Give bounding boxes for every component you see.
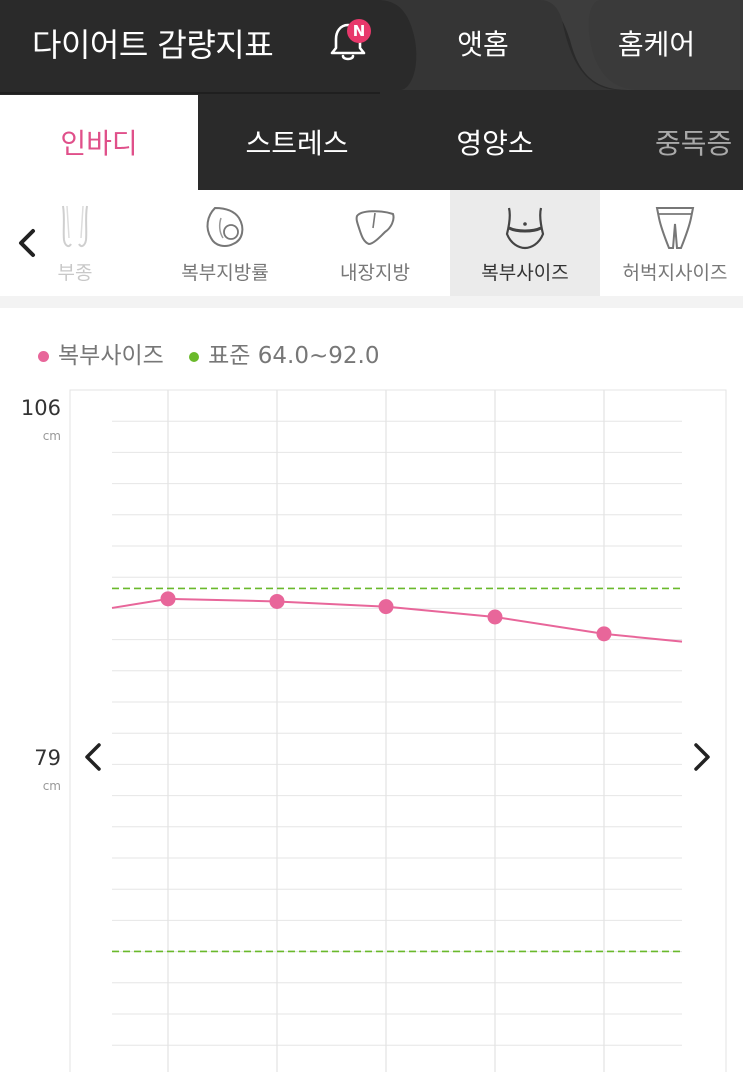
thigh-icon <box>655 207 695 249</box>
liver-icon <box>355 210 395 246</box>
tab-addiction[interactable]: 중독증 <box>594 95 743 190</box>
metric-selector: 부종 복부지방률 내장지방 복부사이즈 허벅지사이즈 <box>0 190 743 297</box>
app-title: 다이어트 감량지표 <box>32 26 274 64</box>
metric-label: 허벅지사이즈 <box>622 262 728 284</box>
legend-series-dot <box>38 351 49 362</box>
metric-label: 부종 <box>57 262 93 284</box>
legend-series-label: 복부사이즈 <box>58 343 164 369</box>
data-point <box>269 593 285 609</box>
metric-edema[interactable]: 부종 <box>30 190 120 296</box>
belly-fat-icon <box>206 206 244 247</box>
tab-inbody[interactable]: 인바디 <box>0 95 198 190</box>
metric-abdominal-fat[interactable]: 복부지방률 <box>150 190 300 296</box>
y-tick-label: 79 <box>34 746 61 770</box>
tab-homecare[interactable]: 홈케어 <box>570 0 743 90</box>
app-header: 다이어트 감량지표 N 앳홈 홈케어 <box>0 0 743 95</box>
chart-prev-chevron-icon[interactable] <box>85 743 101 771</box>
chart-next-chevron-icon[interactable] <box>694 743 710 771</box>
tab-stress[interactable]: 스트레스 <box>198 95 396 190</box>
legend-standard-label: 표준 64.0~92.0 <box>208 343 380 369</box>
legend-standard-dot <box>189 351 200 362</box>
y-tick-unit: cm <box>43 429 61 443</box>
tab-app-home[interactable]: 앳홈 <box>383 0 583 90</box>
legend-series: 복부사이즈 <box>38 336 164 370</box>
category-tab-bar: 인바디 스트레스 영양소 중독증 <box>0 95 743 190</box>
legend-standard: 표준 64.0~92.0 <box>189 336 379 370</box>
data-point <box>596 626 612 642</box>
waist-size-chart: 106 cm 79 cm <box>21 389 727 1072</box>
series-line <box>111 597 683 643</box>
metric-label: 복부사이즈 <box>481 262 569 284</box>
notification-badge: N <box>347 19 371 43</box>
chart-legend: 복부사이즈 표준 64.0~92.0 <box>38 336 397 370</box>
y-tick-unit: cm <box>43 779 61 793</box>
y-tick-label: 106 <box>21 396 61 420</box>
metric-label: 내장지방 <box>340 262 410 284</box>
metric-visceral-fat[interactable]: 내장지방 <box>300 190 450 296</box>
metric-thigh-size[interactable]: 허벅지사이즈 <box>600 190 743 296</box>
waist-icon <box>505 207 545 250</box>
data-point <box>378 599 394 615</box>
tab-nutrients[interactable]: 영양소 <box>396 95 594 190</box>
data-point <box>487 609 503 625</box>
data-point <box>160 591 176 607</box>
metric-waist-size[interactable]: 복부사이즈 <box>450 190 600 296</box>
metric-prev-chevron-icon[interactable] <box>14 228 40 258</box>
legs-icon <box>62 205 88 248</box>
section-divider <box>0 296 743 308</box>
metric-label: 복부지방률 <box>181 262 269 284</box>
